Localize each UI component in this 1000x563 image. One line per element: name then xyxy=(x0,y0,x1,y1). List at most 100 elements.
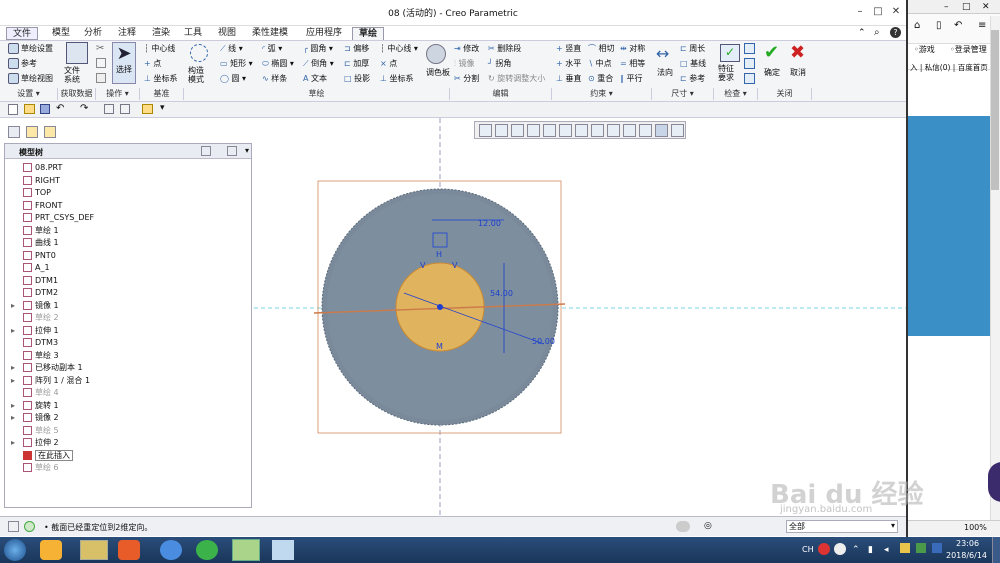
tree-item[interactable]: 08.PRT xyxy=(23,162,62,174)
chamfer-button[interactable]: ⟋ 倒角 ▾ xyxy=(303,58,334,70)
delete-segment-button[interactable]: ✂ 删除段 xyxy=(488,43,521,55)
browser-undo-icon[interactable]: ↶ xyxy=(954,20,962,31)
shade-closed-loops-icon[interactable] xyxy=(744,73,755,84)
group-dimension[interactable]: 尺寸 ▾ xyxy=(652,88,714,100)
tree-item[interactable]: PRT_CSYS_DEF xyxy=(23,212,94,224)
tree-item[interactable]: ▸ 已移动副本 1 xyxy=(11,362,83,374)
tab-tools[interactable]: 工具 xyxy=(178,27,208,40)
sketch-csys-button[interactable]: ⊥ 坐标系 xyxy=(380,73,414,85)
sketch-setup-button[interactable]: 草绘设置 xyxy=(8,43,53,55)
datum-csys-button[interactable]: ⊥ 坐标系 xyxy=(144,73,178,85)
customize-qat-icon[interactable]: ▾ xyxy=(160,103,165,113)
sketch-view-button[interactable]: 草绘视图 xyxy=(8,73,53,85)
collapse-ribbon-icon[interactable]: ⌃ xyxy=(858,28,866,38)
close-button[interactable]: ✕ xyxy=(890,6,902,18)
arc-button[interactable]: ◜ 弧 ▾ xyxy=(262,43,282,55)
selection-filter[interactable]: 全部 ▾ xyxy=(786,520,898,533)
tray-app-icon-3[interactable] xyxy=(932,543,942,553)
toggle-switch[interactable] xyxy=(676,521,690,532)
paint-app-icon[interactable] xyxy=(272,540,294,560)
tree-item[interactable]: 草绘 4 xyxy=(23,387,59,399)
tree-item[interactable]: A_1 xyxy=(23,262,50,274)
bookmark-icon[interactable]: ⌂ xyxy=(914,20,920,31)
zoom-level[interactable]: 100% xyxy=(964,523,987,532)
annotation-display-icon[interactable] xyxy=(671,124,684,137)
network-icon[interactable]: ▮ xyxy=(868,545,873,555)
normal-dimension-icon[interactable]: ↔ xyxy=(656,44,669,63)
browser-maximize-button[interactable]: □ xyxy=(962,2,971,12)
perspective-view-icon[interactable] xyxy=(591,124,604,137)
tree-item[interactable]: DTM1 xyxy=(23,275,58,287)
tab-render[interactable]: 渲染 xyxy=(146,27,176,40)
save-icon[interactable] xyxy=(40,104,50,114)
redo-icon[interactable]: ↷ xyxy=(80,103,88,114)
folder-tab-icon[interactable] xyxy=(44,126,56,138)
saved-orientations-icon[interactable] xyxy=(559,124,572,137)
cancel-x-icon[interactable]: ✖ xyxy=(790,42,805,63)
tree-item[interactable]: 草绘 2 xyxy=(23,312,59,324)
repaint-icon[interactable] xyxy=(527,124,540,137)
modify-button[interactable]: ⇥ 修改 xyxy=(454,43,479,55)
browser-scroll-thumb[interactable] xyxy=(991,30,999,190)
divide-button[interactable]: ✂ 分割 xyxy=(454,73,479,85)
graphics-window[interactable]: 12.00 54.00 50.00 V H V M xyxy=(254,118,906,516)
ie-app-icon[interactable] xyxy=(196,540,218,560)
tangent-constraint-button[interactable]: ⌒ 相切 xyxy=(588,43,615,55)
text-button[interactable]: A 文本 xyxy=(303,73,327,85)
datum-display-icon[interactable] xyxy=(607,124,620,137)
coincident-constraint-button[interactable]: ⊙ 重合 xyxy=(588,73,613,85)
display-style-icon[interactable] xyxy=(543,124,556,137)
perimeter-button[interactable]: ⊏ 周长 xyxy=(680,43,705,55)
dimension-vertical[interactable]: 54.00 xyxy=(490,289,513,298)
search-icon[interactable]: ⌕ xyxy=(874,27,880,38)
windows-icon[interactable] xyxy=(120,104,130,114)
rotate-resize-button[interactable]: ↻ 旋转调整大小 xyxy=(488,73,545,85)
tree-item[interactable]: DTM2 xyxy=(23,287,58,299)
expand-chevron-icon[interactable]: ▸ xyxy=(11,375,15,387)
perpendicular-constraint-button[interactable]: ⊥ 垂直 xyxy=(556,73,582,85)
tree-item[interactable]: 草绘 3 xyxy=(23,350,59,362)
midpoint-constraint-button[interactable]: ∖ 中点 xyxy=(588,58,612,70)
view-manager-icon[interactable] xyxy=(575,124,588,137)
browser-app-icon[interactable] xyxy=(40,540,62,560)
tree-item[interactable]: RIGHT xyxy=(23,175,60,187)
expand-chevron-icon[interactable]: ▸ xyxy=(11,300,15,312)
tree-item[interactable]: 草绘 6 xyxy=(23,462,59,474)
tab-model[interactable]: 模型 xyxy=(46,27,76,40)
tree-item[interactable]: ▸ 镜像 2 xyxy=(11,412,59,424)
tree-item[interactable]: ▸ 镜像 1 xyxy=(11,300,59,312)
vertical-constraint-button[interactable]: + 竖直 xyxy=(556,43,581,55)
tree-filter-icon[interactable] xyxy=(227,146,237,156)
group-constrain[interactable]: 约束 ▾ xyxy=(552,88,652,100)
tab-applications[interactable]: 应用程序 xyxy=(300,27,348,40)
tab-analysis[interactable]: 分析 xyxy=(78,27,108,40)
tab-annotate[interactable]: 注释 xyxy=(112,27,142,40)
tray-chevron-icon[interactable]: ⌃ xyxy=(852,545,860,555)
tree-item[interactable]: FRONT xyxy=(23,200,62,212)
tray-app-icon[interactable] xyxy=(900,543,910,553)
reference-dimension-button[interactable]: ⊏ 参考 xyxy=(680,73,705,85)
project-button[interactable]: □ 投影 xyxy=(344,73,370,85)
tree-item[interactable]: ▸ 阵列 1 / 混合 1 xyxy=(11,375,90,387)
browser-nav-links[interactable]: 入 | 私信(0) | 百度首页 xyxy=(910,62,988,73)
regenerate-icon[interactable] xyxy=(104,104,114,114)
tray-dot-icon[interactable] xyxy=(834,543,846,555)
binoculars-icon[interactable]: ◎ xyxy=(704,521,712,531)
maximize-button[interactable]: □ xyxy=(872,6,884,18)
tree-item[interactable]: ▸ 拉伸 2 xyxy=(11,437,59,449)
copy-icon[interactable] xyxy=(96,58,106,68)
creo-app-icon[interactable] xyxy=(232,539,260,561)
sketch-view-icon[interactable] xyxy=(639,124,652,137)
corner-button[interactable]: ┘ 拐角 xyxy=(488,58,511,70)
tree-item[interactable]: 草绘 1 xyxy=(23,225,59,237)
file-menu[interactable]: 文件 xyxy=(6,27,39,40)
tree-item[interactable]: ▸ 拉伸 1 xyxy=(11,325,59,337)
tree-item[interactable]: ▸ 旋转 1 xyxy=(11,400,59,412)
clock-date[interactable]: 2018/6/14 xyxy=(946,551,987,560)
language-indicator[interactable]: CH xyxy=(802,545,814,554)
show-desktop-button[interactable] xyxy=(992,537,1000,563)
ellipse-button[interactable]: ⬭ 椭圆 ▾ xyxy=(262,58,294,70)
new-icon[interactable] xyxy=(8,104,18,115)
game-link[interactable]: ◦游戏 xyxy=(914,44,935,55)
baidu-app-icon[interactable] xyxy=(160,540,182,560)
